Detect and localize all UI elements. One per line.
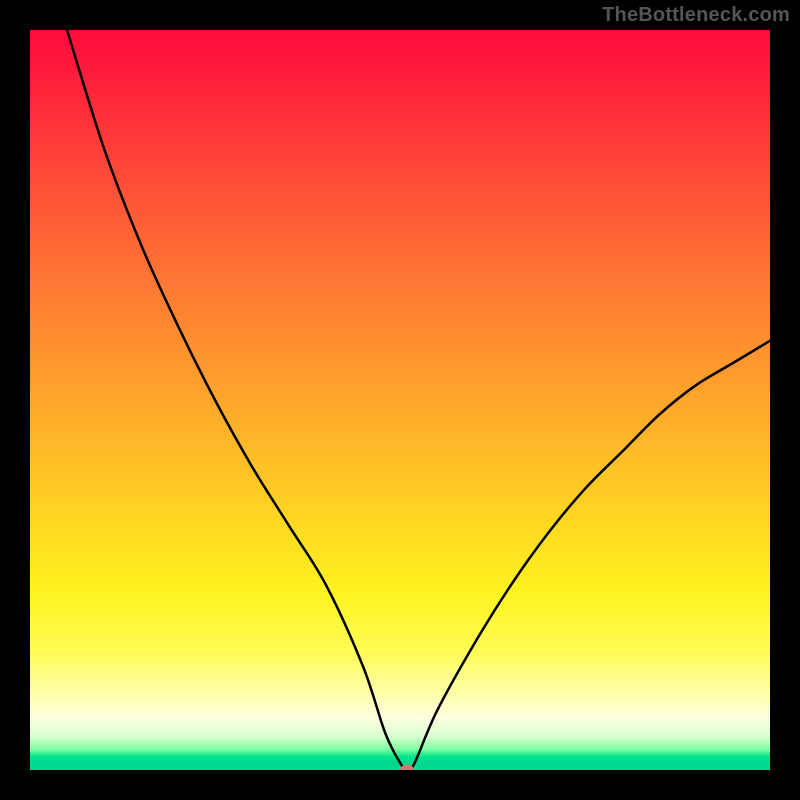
watermark-text: TheBottleneck.com (602, 4, 790, 27)
curve-svg (30, 30, 770, 770)
bottleneck-curve-path (67, 30, 770, 770)
plot-area (30, 30, 770, 770)
optimum-marker (400, 765, 414, 771)
chart-frame: TheBottleneck.com (0, 0, 800, 800)
